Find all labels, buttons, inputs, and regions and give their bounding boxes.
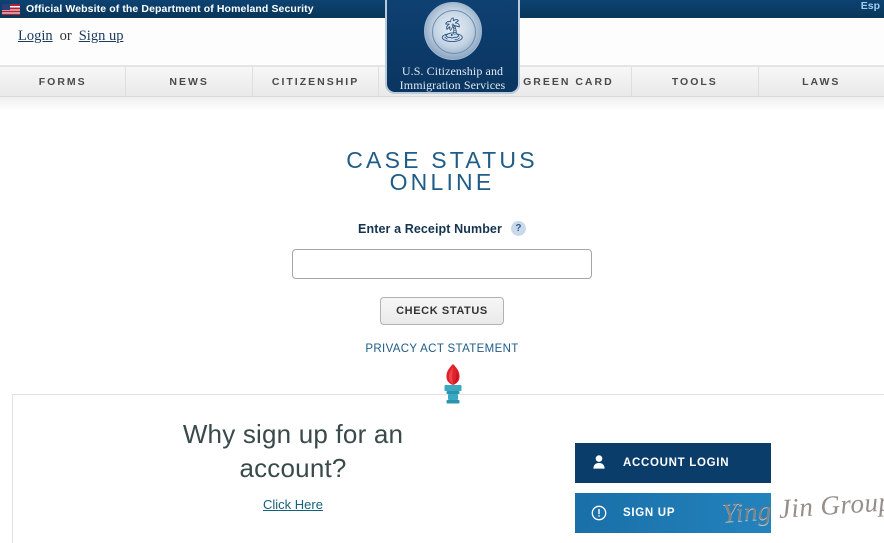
receipt-number-input[interactable] (292, 249, 592, 279)
page-title: CASE STATUS ONLINE (0, 149, 884, 195)
dhs-seal-icon: 🏝 (423, 2, 482, 60)
uscis-logo-badge[interactable]: 🏝 U.S. Citizenship and Immigration Servi… (385, 0, 520, 94)
info-circle-icon (575, 505, 623, 521)
nav-item-tools[interactable]: TOOLS (632, 67, 759, 96)
eagle-glyph: 🏝 (437, 17, 468, 44)
uscis-logo-line2: Immigration Services (399, 78, 506, 92)
dhs-banner-text: Official Website of the Department of Ho… (26, 3, 314, 15)
why-signup-title-line1: Why sign up for an (182, 419, 404, 449)
uscis-logo-line1: U.S. Citizenship and (401, 64, 504, 78)
receipt-number-label: Enter a Receipt Number (358, 221, 502, 236)
account-links: Login or Sign up (18, 28, 123, 45)
account-login-button[interactable]: ACCOUNT LOGIN (575, 443, 771, 483)
nav-item-citizenship[interactable]: CITIZENSHIP (253, 67, 380, 96)
nav-shadow (0, 97, 884, 111)
page-title-line2: ONLINE (389, 169, 495, 195)
espanol-link[interactable]: Esp (861, 0, 880, 12)
us-flag-icon (2, 3, 20, 15)
sign-up-button[interactable]: SIGN UP (575, 493, 771, 533)
nav-item-green-card[interactable]: GREEN CARD (506, 67, 633, 96)
person-icon (575, 455, 623, 471)
account-action-buttons: ACCOUNT LOGIN SIGN UP (575, 443, 771, 543)
case-status-section: CASE STATUS ONLINE Enter a Receipt Numbe… (0, 111, 884, 371)
nav-item-forms[interactable]: FORMS (0, 67, 127, 96)
signup-promo-panel: Why sign up for an account? Click Here A… (12, 395, 884, 543)
or-separator: or (59, 28, 72, 44)
signup-link[interactable]: Sign up (79, 28, 124, 44)
why-signup-title-line2: account? (239, 453, 347, 483)
account-login-button-label: ACCOUNT LOGIN (623, 457, 730, 469)
uscis-logo-text: U.S. Citizenship and Immigration Service… (387, 64, 518, 92)
click-here-link[interactable]: Click Here (263, 497, 323, 512)
receipt-label-row: Enter a Receipt Number ? (0, 221, 884, 236)
nav-item-news[interactable]: NEWS (126, 67, 253, 96)
help-icon[interactable]: ? (510, 221, 526, 236)
why-signup-block: Why sign up for an account? Click Here (93, 417, 493, 514)
nav-item-laws[interactable]: LAWS (759, 67, 884, 96)
check-status-button[interactable]: CHECK STATUS (380, 297, 504, 325)
why-signup-title: Why sign up for an account? (93, 417, 493, 485)
login-link[interactable]: Login (18, 28, 53, 44)
privacy-act-statement-link[interactable]: PRIVACY ACT STATEMENT (365, 343, 518, 355)
page-root: Official Website of the Department of Ho… (0, 0, 884, 543)
torch-icon (444, 364, 462, 404)
sign-up-button-label: SIGN UP (623, 507, 676, 519)
